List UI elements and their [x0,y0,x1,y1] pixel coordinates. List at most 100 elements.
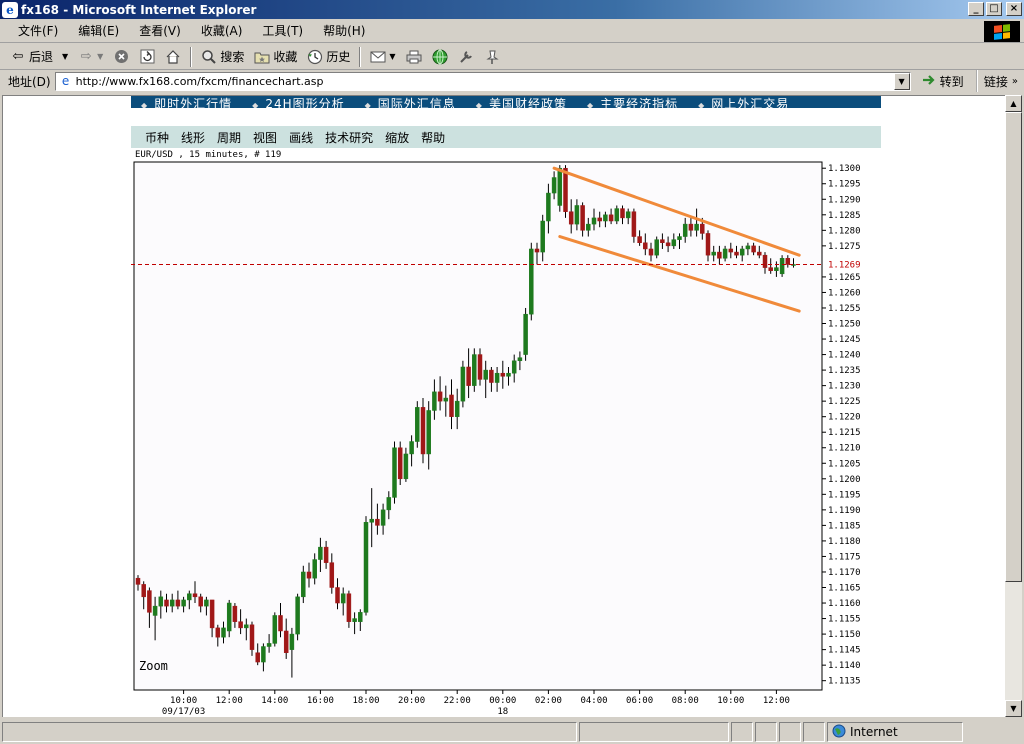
candle-body [460,366,466,402]
site-nav-item[interactable]: 24H图形分析 [242,98,354,108]
vertical-scrollbar[interactable]: ▲ ▼ [1005,95,1022,717]
print-button[interactable] [402,46,426,68]
scroll-down-icon[interactable]: ▼ [1005,700,1022,717]
candle-body [643,242,648,250]
candle-body [728,248,734,253]
status-zone: Internet [827,722,963,742]
address-input[interactable]: e http://www.fx168.com/fxcm/financechart… [54,71,911,91]
back-button[interactable]: ⇦ 后退 ▼ [6,46,72,68]
printer-icon [406,49,422,65]
site-nav-item[interactable]: 网上外汇交易 [688,98,799,108]
candle-body [466,366,471,386]
chart-menu-view[interactable]: 视图 [247,129,283,146]
home-button[interactable] [161,46,185,68]
messenger-button[interactable] [428,46,452,68]
y-tick-label: 1.1205 [828,459,861,469]
chart-menu-zoom[interactable]: 缩放 [379,129,415,146]
candle-body [363,522,369,613]
chart-header: EUR/USD , 15 minutes, # 119 [135,150,281,160]
candle-body [751,245,756,253]
window-title: fx168 - Microsoft Internet Explorer [21,2,257,17]
candle-body [774,267,779,271]
site-nav-item[interactable]: 主要经济指标 [577,98,688,108]
stop-button[interactable] [109,46,133,68]
menu-edit[interactable]: 编辑(E) [68,22,129,39]
site-nav-item[interactable]: 即时外汇行情 [131,98,242,108]
candle-body [164,599,169,607]
candle [529,242,534,321]
chart-menu-draw[interactable]: 画线 [283,129,319,146]
candle [472,348,477,392]
candle-body [244,624,249,629]
close-button[interactable]: × [1006,2,1022,16]
y-tick-label: 1.1260 [828,288,861,298]
candlestick-chart[interactable]: EUR/USD , 15 minutes, # 119 1.1269 1.113… [131,148,881,717]
wrench-icon [458,49,474,65]
discuss-button[interactable] [480,46,504,68]
zoom-label[interactable]: Zoom [139,659,168,673]
home-icon [165,49,181,65]
candle-body [551,177,557,194]
address-dropdown-icon[interactable]: ▼ [893,72,910,90]
candle-body [249,624,255,650]
y-tick-label: 1.1290 [828,195,861,205]
candle-body [420,407,426,455]
y-tick-label: 1.1180 [828,537,861,547]
candle [392,441,397,504]
chart-menu-line-type[interactable]: 线形 [175,129,211,146]
candle-body [221,627,226,638]
y-tick-label: 1.1165 [828,584,861,594]
menu-tools[interactable]: 工具(T) [252,22,313,39]
status-cell-small [755,722,777,742]
site-nav-item[interactable]: 国际外汇信息 [355,98,466,108]
scroll-up-icon[interactable]: ▲ [1005,95,1022,112]
windows-logo-icon [984,21,1020,42]
menu-view[interactable]: 查看(V) [129,22,191,39]
forward-dropdown-icon[interactable]: ▼ [97,52,103,61]
stop-icon [113,49,129,65]
candle-body [283,630,289,653]
history-button[interactable]: 历史 [303,46,354,68]
mail-dropdown-icon[interactable]: ▼ [389,52,395,61]
y-tick-label: 1.1170 [828,568,861,578]
standard-toolbar: ⇦ 后退 ▼ ⇨ ▼ 搜索 收藏 历史 ▼ [0,44,1024,70]
y-tick-label: 1.1155 [828,615,861,625]
menu-favorites[interactable]: 收藏(A) [191,22,253,39]
chart-menu-technical[interactable]: 技术研究 [319,129,379,146]
scroll-thumb[interactable] [1005,112,1022,582]
y-tick-label: 1.1140 [828,661,861,671]
candle-body [648,248,654,256]
window-titlebar: e fx168 - Microsoft Internet Explorer _ … [0,0,1024,19]
menu-file[interactable]: 文件(F) [8,22,68,39]
candle-body [762,254,768,268]
candle-body [152,605,158,616]
links-button[interactable]: 链接 » [975,70,1024,92]
chart-menu-period[interactable]: 周期 [211,129,247,146]
candle-body [141,584,146,598]
candle-body [323,546,329,563]
mail-button[interactable]: ▼ [366,46,399,68]
refresh-button[interactable] [135,46,159,68]
tools-button[interactable] [454,46,478,68]
go-button[interactable]: 转到 [921,73,964,90]
candle-body [306,571,312,579]
favorites-button[interactable]: 收藏 [250,46,301,68]
maximize-button[interactable]: □ [986,2,1002,16]
chart-menu-help[interactable]: 帮助 [415,129,451,146]
candle-body [346,593,352,622]
site-nav-item[interactable]: 美国财经政策 [466,98,577,108]
candle-body [312,559,317,579]
y-tick-label: 1.1280 [828,226,861,236]
candle-body [426,410,431,455]
back-dropdown-icon[interactable]: ▼ [62,52,68,61]
candle-body [358,612,363,622]
forward-arrow-icon: ⇨ [80,49,92,64]
menu-help[interactable]: 帮助(H) [313,22,375,39]
candle [654,236,659,259]
search-button[interactable]: 搜索 [197,46,248,68]
minimize-button[interactable]: _ [968,2,984,16]
candle-body [614,208,620,222]
chart-menu-currency[interactable]: 币种 [139,129,175,146]
forward-button[interactable]: ⇨ ▼ [74,46,107,68]
candle-body [620,208,625,219]
